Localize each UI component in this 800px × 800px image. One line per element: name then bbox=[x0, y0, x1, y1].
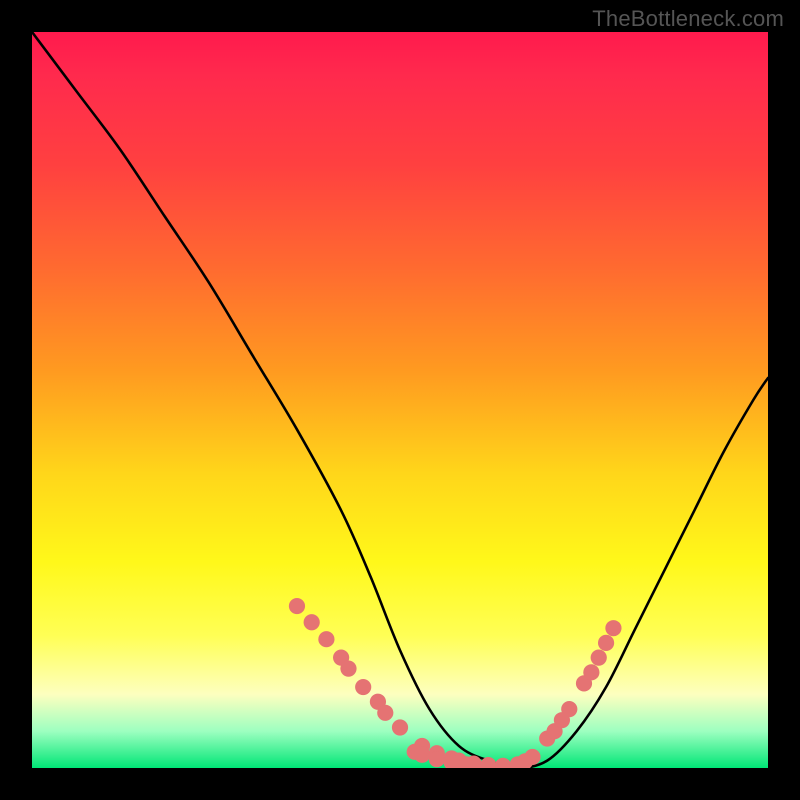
chart-svg bbox=[32, 32, 768, 768]
curve-line bbox=[32, 32, 768, 768]
marker-dot bbox=[340, 661, 356, 677]
marker-dot bbox=[561, 701, 577, 717]
marker-dot bbox=[591, 650, 607, 666]
marker-dot bbox=[524, 749, 540, 765]
marker-dot bbox=[355, 679, 371, 695]
plot-area bbox=[32, 32, 768, 768]
marker-dot bbox=[318, 631, 334, 647]
marker-dot bbox=[583, 664, 599, 680]
marker-dot bbox=[304, 614, 320, 630]
watermark-text: TheBottleneck.com bbox=[592, 6, 784, 32]
marker-dot bbox=[289, 598, 305, 614]
marker-dot bbox=[392, 719, 408, 735]
marker-dot bbox=[414, 747, 430, 763]
marker-dot bbox=[429, 751, 445, 767]
marker-dot bbox=[605, 620, 621, 636]
marker-dot bbox=[598, 635, 614, 651]
chart-frame: TheBottleneck.com bbox=[0, 0, 800, 800]
marker-dot bbox=[377, 705, 393, 721]
marker-dot bbox=[495, 758, 511, 768]
